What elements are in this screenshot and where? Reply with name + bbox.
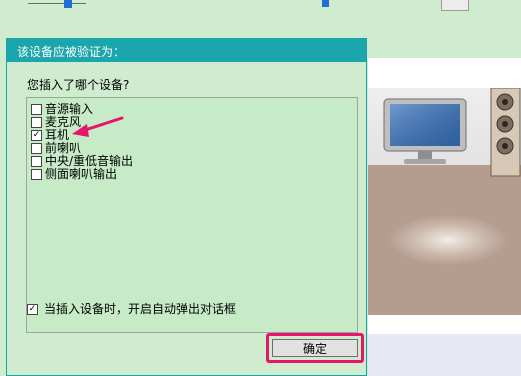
auto-popup-label: 当插入设备时，开启自动弹出对话框 <box>44 302 237 316</box>
device-label: 侧面喇叭输出 <box>45 167 118 181</box>
ok-button[interactable]: 确定 <box>272 339 358 357</box>
annotation-arrow-icon <box>72 116 124 137</box>
tv-icon <box>383 98 467 164</box>
device-checkbox[interactable] <box>31 169 42 180</box>
dialog-question: 您插入了哪个设备? <box>27 78 130 92</box>
auto-popup-option[interactable]: ✓ 当插入设备时，开启自动弹出对话框 <box>27 303 236 316</box>
device-checkbox[interactable] <box>31 104 42 115</box>
device-dialog: 该设备应被验证为： 您插入了哪个设备? 音源输入 麦克风 ✓ 耳机 前喇叭 中央… <box>6 38 367 376</box>
device-checkbox[interactable] <box>31 117 42 128</box>
room-floor <box>368 165 521 315</box>
device-checkbox[interactable] <box>31 156 42 167</box>
bottom-strip <box>368 334 521 376</box>
device-checkbox[interactable] <box>31 143 42 154</box>
speaker-tower-icon <box>490 88 521 177</box>
auto-popup-checkbox[interactable]: ✓ <box>27 304 38 315</box>
volume-slider-track[interactable] <box>28 3 86 4</box>
dialog-title: 该设备应被验证为： <box>17 45 126 59</box>
balance-slider-thumb[interactable] <box>322 0 329 7</box>
device-checkbox[interactable]: ✓ <box>31 130 42 141</box>
speaker-icon[interactable] <box>441 0 469 11</box>
ok-button-highlight: 确定 <box>266 333 364 363</box>
dialog-titlebar: 该设备应被验证为： <box>7 39 366 62</box>
device-item-side-speaker[interactable]: 侧面喇叭输出 <box>31 168 117 181</box>
volume-slider-thumb[interactable] <box>64 0 72 8</box>
